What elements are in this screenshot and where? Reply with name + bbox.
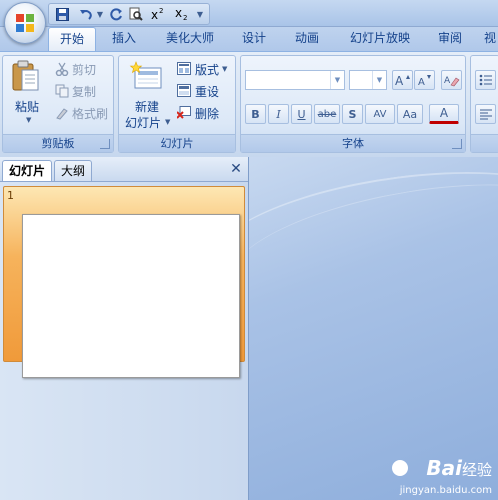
watermark-url: jingyan.baidu.com bbox=[399, 485, 492, 496]
slides-group-label: 幻灯片 bbox=[119, 134, 235, 152]
tab-home[interactable]: 开始 bbox=[48, 27, 96, 52]
superscript-icon[interactable]: x2 bbox=[149, 5, 167, 23]
clipboard-launcher-icon[interactable] bbox=[100, 139, 110, 149]
change-case-button[interactable]: Aa bbox=[397, 104, 423, 124]
office-logo-icon bbox=[16, 14, 34, 32]
shrink-font-button[interactable]: A bbox=[414, 70, 435, 90]
align-left-icon bbox=[479, 109, 492, 120]
quick-access-toolbar: ▼ x2 x2 ▼ bbox=[48, 3, 210, 25]
save-icon[interactable] bbox=[53, 5, 71, 23]
baidu-jingyan-watermark: Bai 经验 jingyan.baidu.com bbox=[362, 456, 492, 496]
watermark-brand: Bai bbox=[426, 456, 462, 480]
paste-dropdown-icon[interactable]: ▼ bbox=[26, 116, 31, 124]
font-color-button[interactable]: A bbox=[429, 104, 459, 124]
font-size-combo[interactable]: ▼ bbox=[349, 70, 387, 90]
paragraph-group bbox=[470, 55, 498, 153]
bullets-icon bbox=[479, 74, 492, 86]
tab-review[interactable]: 审阅 bbox=[430, 27, 470, 51]
font-group: ▼ ▼ A A A B I U abe S AV Aa A 字体 bbox=[240, 55, 466, 153]
character-spacing-button[interactable]: AV bbox=[365, 104, 395, 124]
subscript-icon[interactable]: x2 bbox=[173, 5, 191, 23]
font-size-dropdown-icon[interactable]: ▼ bbox=[372, 71, 386, 89]
tab-insert[interactable]: 插入 bbox=[104, 27, 144, 51]
slides-outline-panel: 幻灯片 大纲 ✕ 1 bbox=[0, 157, 249, 500]
reset-icon bbox=[177, 84, 191, 97]
strikethrough-button[interactable]: abe bbox=[314, 104, 340, 124]
clipboard-group: 粘贴 ▼ 剪切 复制 格式刷 剪贴板 bbox=[2, 55, 114, 153]
svg-text:A: A bbox=[395, 74, 404, 86]
shrink-font-icon: A bbox=[418, 75, 431, 86]
font-launcher-icon[interactable] bbox=[452, 139, 462, 149]
clear-formatting-icon: A bbox=[444, 76, 459, 87]
tab-animation[interactable]: 动画 bbox=[287, 27, 327, 51]
tab-outline-panel[interactable]: 大纲 bbox=[54, 160, 93, 181]
slide-number: 1 bbox=[7, 189, 14, 202]
slide-thumbnails-area[interactable]: 1 bbox=[0, 182, 248, 500]
paste-button-label[interactable]: 粘贴 bbox=[15, 98, 39, 115]
slide-editing-area[interactable] bbox=[249, 157, 498, 500]
tab-view[interactable]: 视 bbox=[484, 27, 498, 51]
delete-slide-icon bbox=[176, 106, 191, 119]
text-shadow-button[interactable]: S bbox=[342, 104, 363, 124]
font-name-dropdown-icon[interactable]: ▼ bbox=[330, 71, 344, 89]
format-painter-icon bbox=[55, 106, 69, 120]
slides-group: 新建 幻灯片 ▼ 版式 ▼ 重设 删除 幻灯片 bbox=[118, 55, 236, 153]
clipboard-group-label: 剪贴板 bbox=[3, 134, 113, 152]
delete-slide-button[interactable]: 删除 bbox=[195, 105, 219, 122]
format-painter-button[interactable]: 格式刷 bbox=[72, 105, 108, 122]
align-left-button[interactable] bbox=[475, 104, 496, 124]
baidu-paw-icon bbox=[392, 460, 408, 476]
font-group-label: 字体 bbox=[241, 134, 465, 152]
paragraph-group-label bbox=[471, 134, 498, 152]
undo-dropdown-icon[interactable]: ▼ bbox=[95, 5, 105, 23]
reset-button[interactable]: 重设 bbox=[195, 83, 219, 100]
new-slide-dropdown-icon[interactable]: ▼ bbox=[165, 118, 170, 126]
tab-design[interactable]: 设计 bbox=[234, 27, 274, 51]
svg-text:x: x bbox=[175, 7, 182, 20]
copy-button[interactable]: 复制 bbox=[72, 83, 96, 100]
slide-thumbnail[interactable] bbox=[22, 214, 240, 378]
svg-text:A: A bbox=[444, 76, 451, 86]
ribbon-tabs: 开始 插入 美化大师 设计 动画 幻灯片放映 审阅 视 bbox=[0, 27, 498, 52]
svg-text:x: x bbox=[151, 8, 158, 21]
layout-icon bbox=[177, 62, 191, 75]
svg-text:2: 2 bbox=[159, 7, 163, 15]
bold-button[interactable]: B bbox=[245, 104, 266, 124]
undo-icon[interactable] bbox=[77, 5, 95, 23]
close-panel-icon[interactable]: ✕ bbox=[229, 162, 243, 176]
watermark-text: 经验 bbox=[461, 461, 492, 479]
tab-slides-panel[interactable]: 幻灯片 bbox=[2, 160, 53, 181]
redo-icon[interactable] bbox=[107, 5, 125, 23]
print-preview-icon[interactable] bbox=[127, 5, 145, 23]
clear-formatting-button[interactable]: A bbox=[441, 70, 462, 90]
svg-text:2: 2 bbox=[183, 14, 187, 21]
title-bar: ▼ x2 x2 ▼ bbox=[0, 0, 498, 27]
layout-button[interactable]: 版式 bbox=[195, 61, 219, 78]
svg-text:A: A bbox=[418, 77, 425, 86]
new-slide-label-line1[interactable]: 新建 bbox=[135, 98, 159, 115]
cut-icon bbox=[55, 62, 69, 77]
font-name-combo[interactable]: ▼ bbox=[245, 70, 345, 90]
ribbon: 粘贴 ▼ 剪切 复制 格式刷 剪贴板 新建 幻灯片 ▼ 版式 ▼ 重设 删除 幻… bbox=[0, 51, 498, 158]
layout-dropdown-icon[interactable]: ▼ bbox=[222, 65, 227, 73]
copy-icon bbox=[55, 84, 69, 98]
tab-slideshow[interactable]: 幻灯片放映 bbox=[342, 27, 418, 51]
italic-button[interactable]: I bbox=[268, 104, 289, 124]
new-slide-icon[interactable] bbox=[129, 60, 163, 94]
tab-beautify-master[interactable]: 美化大师 bbox=[158, 27, 222, 51]
customize-qat-icon[interactable]: ▼ bbox=[195, 5, 205, 23]
office-button[interactable] bbox=[4, 2, 46, 44]
underline-button[interactable]: U bbox=[291, 104, 312, 124]
grow-font-icon: A bbox=[395, 74, 410, 86]
bullets-button[interactable] bbox=[475, 70, 496, 90]
new-slide-label-line2[interactable]: 幻灯片 bbox=[125, 114, 161, 131]
grow-font-button[interactable]: A bbox=[392, 70, 413, 90]
cut-button[interactable]: 剪切 bbox=[72, 61, 96, 78]
panel-tabs: 幻灯片 大纲 ✕ bbox=[0, 157, 248, 182]
paste-icon[interactable] bbox=[11, 60, 41, 92]
